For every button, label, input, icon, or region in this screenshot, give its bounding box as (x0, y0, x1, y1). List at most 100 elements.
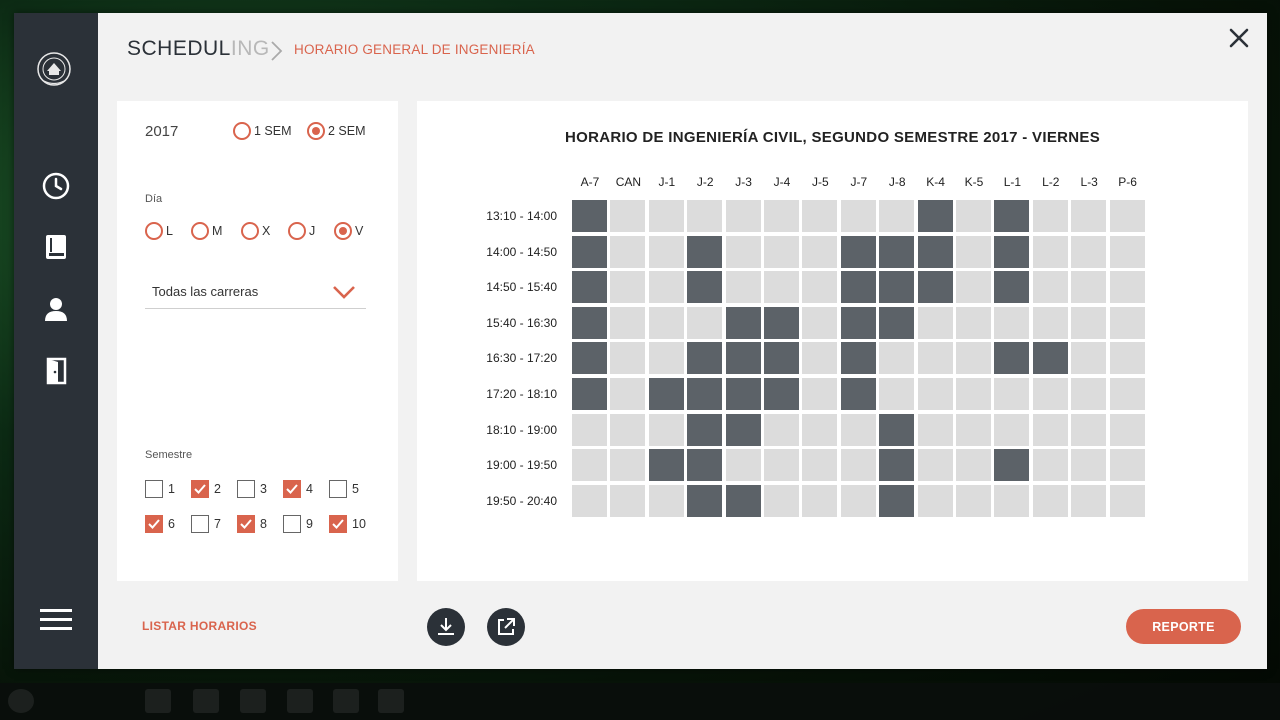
schedule-cell-occupied[interactable] (994, 200, 1030, 232)
schedule-cell-occupied[interactable] (917, 200, 953, 232)
schedule-cell-occupied[interactable] (840, 378, 876, 410)
schedule-cell-occupied[interactable] (879, 449, 915, 482)
schedule-cell-free[interactable] (879, 342, 915, 375)
schedule-cell-occupied[interactable] (687, 413, 723, 446)
user-icon[interactable] (40, 293, 72, 325)
schedule-cell-free[interactable] (994, 378, 1030, 410)
schedule-cell-free[interactable] (1032, 235, 1068, 268)
schedule-cell-free[interactable] (956, 484, 991, 517)
hamburger-menu-icon[interactable] (38, 607, 74, 633)
semester-checkbox-6[interactable]: 6 (145, 515, 175, 533)
schedule-cell-occupied[interactable] (879, 306, 915, 339)
schedule-cell-free[interactable] (1109, 484, 1145, 517)
schedule-cell-free[interactable] (917, 413, 953, 446)
schedule-cell-free[interactable] (994, 306, 1030, 339)
schedule-cell-free[interactable] (648, 200, 684, 232)
schedule-cell-occupied[interactable] (917, 271, 953, 304)
schedule-cell-occupied[interactable] (572, 342, 607, 375)
schedule-cell-occupied[interactable] (648, 449, 684, 482)
schedule-cell-free[interactable] (917, 484, 953, 517)
schedule-cell-free[interactable] (802, 235, 838, 268)
schedule-cell-free[interactable] (802, 200, 838, 232)
schedule-cell-free[interactable] (879, 378, 915, 410)
schedule-cell-free[interactable] (1109, 235, 1145, 268)
schedule-cell-free[interactable] (994, 413, 1030, 446)
schedule-cell-occupied[interactable] (840, 342, 876, 375)
schedule-cell-free[interactable] (610, 449, 646, 482)
schedule-cell-occupied[interactable] (572, 306, 607, 339)
schedule-cell-free[interactable] (648, 235, 684, 268)
schedule-cell-free[interactable] (1071, 484, 1107, 517)
schedule-cell-occupied[interactable] (879, 484, 915, 517)
schedule-cell-free[interactable] (764, 235, 799, 268)
semester-checkbox-2[interactable]: 2 (191, 480, 221, 498)
schedule-cell-free[interactable] (802, 342, 838, 375)
schedule-cell-occupied[interactable] (879, 413, 915, 446)
semester-checkbox-3[interactable]: 3 (237, 480, 267, 498)
day-radio-v[interactable]: V (334, 222, 363, 240)
schedule-cell-free[interactable] (610, 306, 646, 339)
schedule-cell-free[interactable] (1071, 342, 1107, 375)
schedule-cell-occupied[interactable] (840, 306, 876, 339)
schedule-cell-free[interactable] (648, 413, 684, 446)
schedule-cell-free[interactable] (610, 342, 646, 375)
schedule-cell-occupied[interactable] (687, 271, 723, 304)
day-radio-m[interactable]: M (191, 222, 222, 240)
schedule-cell-occupied[interactable] (725, 413, 761, 446)
schedule-cell-occupied[interactable] (994, 235, 1030, 268)
schedule-cell-occupied[interactable] (572, 378, 607, 410)
schedule-cell-occupied[interactable] (764, 306, 799, 339)
schedule-cell-free[interactable] (1071, 271, 1107, 304)
schedule-cell-free[interactable] (687, 200, 723, 232)
semester-radio-1[interactable]: 1 SEM (233, 122, 292, 140)
schedule-cell-occupied[interactable] (725, 306, 761, 339)
schedule-cell-free[interactable] (725, 200, 761, 232)
schedule-cell-free[interactable] (1032, 413, 1068, 446)
schedule-cell-free[interactable] (1071, 413, 1107, 446)
schedule-cell-free[interactable] (648, 271, 684, 304)
schedule-cell-free[interactable] (764, 449, 799, 482)
schedule-cell-free[interactable] (1109, 306, 1145, 339)
taskbar-app-icon[interactable] (333, 689, 359, 713)
download-button[interactable] (427, 608, 465, 646)
schedule-cell-occupied[interactable] (725, 342, 761, 375)
schedule-cell-occupied[interactable] (687, 484, 723, 517)
schedule-cell-free[interactable] (1032, 378, 1068, 410)
schedule-cell-free[interactable] (879, 200, 915, 232)
semester-checkbox-1[interactable]: 1 (145, 480, 175, 498)
schedule-cell-free[interactable] (917, 342, 953, 375)
day-radio-l[interactable]: L (145, 222, 173, 240)
schedule-cell-free[interactable] (1109, 413, 1145, 446)
schedule-cell-free[interactable] (802, 413, 838, 446)
list-schedules-link[interactable]: LISTAR HORARIOS (142, 619, 257, 633)
schedule-cell-free[interactable] (648, 342, 684, 375)
schedule-cell-free[interactable] (610, 235, 646, 268)
semester-checkbox-5[interactable]: 5 (329, 480, 359, 498)
schedule-cell-free[interactable] (725, 449, 761, 482)
schedule-cell-occupied[interactable] (1032, 342, 1068, 375)
schedule-cell-free[interactable] (840, 449, 876, 482)
schedule-cell-occupied[interactable] (840, 271, 876, 304)
schedule-cell-free[interactable] (764, 484, 799, 517)
schedule-cell-free[interactable] (1109, 449, 1145, 482)
schedule-cell-occupied[interactable] (687, 235, 723, 268)
schedule-cell-occupied[interactable] (994, 342, 1030, 375)
semester-checkbox-7[interactable]: 7 (191, 515, 221, 533)
schedule-cell-free[interactable] (1109, 271, 1145, 304)
clock-icon[interactable] (40, 170, 72, 202)
schedule-cell-occupied[interactable] (572, 271, 607, 304)
schedule-cell-free[interactable] (840, 413, 876, 446)
schedule-cell-free[interactable] (840, 200, 876, 232)
schedule-cell-free[interactable] (956, 200, 991, 232)
schedule-cell-free[interactable] (764, 271, 799, 304)
schedule-cell-occupied[interactable] (687, 449, 723, 482)
schedule-cell-free[interactable] (917, 378, 953, 410)
schedule-cell-free[interactable] (1071, 200, 1107, 232)
schedule-cell-free[interactable] (764, 200, 799, 232)
schedule-cell-occupied[interactable] (572, 235, 607, 268)
schedule-cell-free[interactable] (1109, 200, 1145, 232)
breadcrumb[interactable]: HORARIO GENERAL DE INGENIERÍA (294, 42, 535, 57)
schedule-cell-occupied[interactable] (648, 378, 684, 410)
schedule-cell-free[interactable] (1109, 342, 1145, 375)
start-icon[interactable] (8, 689, 34, 713)
